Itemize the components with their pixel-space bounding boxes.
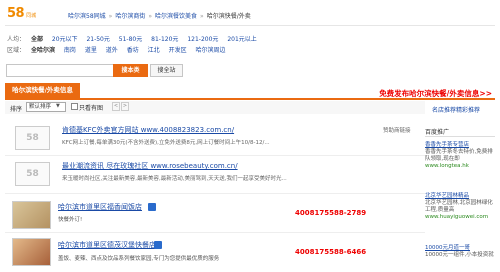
filter-option[interactable]: 哈尔滨周边 <box>196 47 226 54</box>
ad-thumbnail: 58 <box>15 126 50 150</box>
ad-thumbnail: 58 <box>15 162 50 186</box>
sidebar-ad-desc: 10000元一组件,小本投资就 <box>425 252 494 258</box>
prev-page-button[interactable]: < <box>112 102 120 111</box>
sort-bar <box>5 101 425 114</box>
sidebar-ad-title[interactable]: 10000元月道一哥 <box>425 245 495 252</box>
logo-text: 58 <box>7 5 25 21</box>
tab-listing[interactable]: 哈尔滨快餐/外卖信息 <box>5 83 80 98</box>
filter-option[interactable]: 121-200元 <box>187 36 218 43</box>
chevron-down-icon: ▼ <box>56 103 60 109</box>
checkbox-label: 只看有图 <box>79 105 104 112</box>
ad-title[interactable]: 最业潮流资讯 尽在玫瑰社区 www.rosebeauty.com.cn/ <box>62 161 238 171</box>
sidebar-ad: 香香先手茶专营店 香香先手茶冬去特价,免费排队领取,现在即 www.longte… <box>425 142 495 170</box>
breadcrumb: 哈尔滨58同城» 哈尔滨商街» 哈尔滨餐饮美食» 哈尔滨快餐/外卖 <box>68 11 251 20</box>
breadcrumb-current: 哈尔滨快餐/外卖 <box>206 13 251 20</box>
vip-badge-icon <box>154 241 162 249</box>
search-all-button[interactable]: 搜全站 <box>150 64 183 77</box>
filter-option[interactable]: 81-120元 <box>151 36 178 43</box>
sidebar-divider <box>425 136 495 137</box>
filter-people-label: 人均： <box>7 36 26 43</box>
listing-row: 哈尔滨市道里区福香闻饭店 快餐外订! 4008175588-2789 <box>5 197 425 233</box>
listing-thumbnail[interactable] <box>12 238 51 266</box>
filter-option[interactable]: 20元以下 <box>52 36 78 43</box>
listing-phone: 4008175588-2789 <box>295 209 367 217</box>
filter-option-selected[interactable]: 全部 <box>31 36 43 43</box>
vip-badge-icon <box>148 203 156 211</box>
sidebar-ad-desc: 香香先手茶冬去特价,免费排队领取,现在即 <box>425 149 493 162</box>
filter-area: 区域： 全哈尔滨 南岗 道里 道外 香坊 江北 开发区 哈尔滨周边 <box>7 45 233 54</box>
sidebar-ad: 10000元月道一哥 10000元一组件,小本投资就 <box>425 245 495 259</box>
sidebar-ad-url[interactable]: www.huayiguowei.com <box>425 214 495 221</box>
sort-select[interactable]: 默认排序 <box>26 102 66 112</box>
header-divider <box>5 25 495 26</box>
filter-option[interactable]: 开发区 <box>169 47 187 54</box>
logo-sub-text: 同城 <box>26 13 37 19</box>
search-input[interactable] <box>6 64 114 77</box>
breadcrumb-item[interactable]: 哈尔滨58同城 <box>68 13 106 20</box>
filter-option[interactable]: 南岗 <box>64 47 76 54</box>
filter-option[interactable]: 201元以上 <box>227 36 256 43</box>
ad-row: 58 最业潮流资讯 尽在玫瑰社区 www.rosebeauty.com.cn/ … <box>5 156 425 194</box>
listing-phone: 4008175588-6466 <box>295 248 367 256</box>
listing-title[interactable]: 哈尔滨市道里区德茂汉堡快餐店 <box>58 240 156 250</box>
search-category-button[interactable]: 搜本类 <box>113 64 148 77</box>
listing-description: 盖饭、麦辣、西点及饮品系列餐饮家园,专门为您提供最优质的服务 <box>58 256 220 262</box>
filter-option[interactable]: 51-80元 <box>119 36 142 43</box>
ad-description: KFC网上订餐,每单满30元(不含外送费),立免外送费8元,网上订餐时间上午10… <box>62 140 270 146</box>
breadcrumb-separator: » <box>200 13 204 20</box>
filter-option[interactable]: 21-50元 <box>86 36 109 43</box>
next-page-button[interactable]: > <box>121 102 129 111</box>
sidebar-ad-title[interactable]: 香香先手茶专营店 <box>425 142 495 149</box>
sidebar-title: 百度推广 <box>425 129 450 136</box>
listing-row: 哈尔滨市道里区德茂汉堡快餐店 盖饭、麦辣、西点及饮品系列餐饮家园,专门为您提供最… <box>5 235 425 271</box>
site-logo[interactable]: 58 同城 <box>7 5 36 21</box>
listing-description: 快餐外订! <box>58 217 83 223</box>
filter-option[interactable]: 道里 <box>85 47 97 54</box>
ad-row: 58 肯德基KFC外卖官方网站 www.4008823823.com.cn/ K… <box>5 118 425 156</box>
recommend-link[interactable]: 名店推荐精彩推荐 <box>432 105 480 114</box>
sponsor-tag: 赞助商链接 <box>383 128 411 134</box>
filter-option[interactable]: 道外 <box>106 47 118 54</box>
listing-thumbnail[interactable] <box>12 201 51 229</box>
image-only-checkbox[interactable] <box>71 103 78 110</box>
breadcrumb-separator: » <box>148 13 152 20</box>
ad-title[interactable]: 肯德基KFC外卖官方网站 www.4008823823.com.cn/ <box>62 125 234 135</box>
breadcrumb-separator: » <box>108 13 113 20</box>
free-post-link[interactable]: 免费发布哈尔滨快餐/外卖信息>> <box>379 88 492 99</box>
sidebar-ad-desc: 北京华艺园林,北京园林绿化工程,质量高 <box>425 200 493 213</box>
ad-description: 来玉暖时尚社区,关注最新美容,最新美容,最新活动,美丽驾到,天天送,我们一起享受… <box>62 176 287 182</box>
filter-area-label: 区域： <box>7 47 26 54</box>
filter-option[interactable]: 香坊 <box>127 47 139 54</box>
sidebar-ad-url[interactable]: www.longtea.hk <box>425 163 495 170</box>
filter-people: 人均： 全部 20元以下 21-50元 51-80元 81-120元 121-2… <box>7 34 264 43</box>
listing-title[interactable]: 哈尔滨市道里区福香闻饭店 <box>58 202 142 212</box>
sort-label: 排序 <box>10 106 23 113</box>
breadcrumb-item[interactable]: 哈尔滨商街 <box>115 13 145 20</box>
filter-option-selected[interactable]: 全哈尔滨 <box>31 47 55 54</box>
filter-option[interactable]: 江北 <box>148 47 160 54</box>
breadcrumb-item[interactable]: 哈尔滨餐饮美食 <box>155 13 197 20</box>
sidebar-ad-title[interactable]: 北京华艺园林精品 <box>425 193 495 200</box>
sidebar-ad: 北京华艺园林精品 北京华艺园林,北京园林绿化工程,质量高 www.huayigu… <box>425 193 495 221</box>
